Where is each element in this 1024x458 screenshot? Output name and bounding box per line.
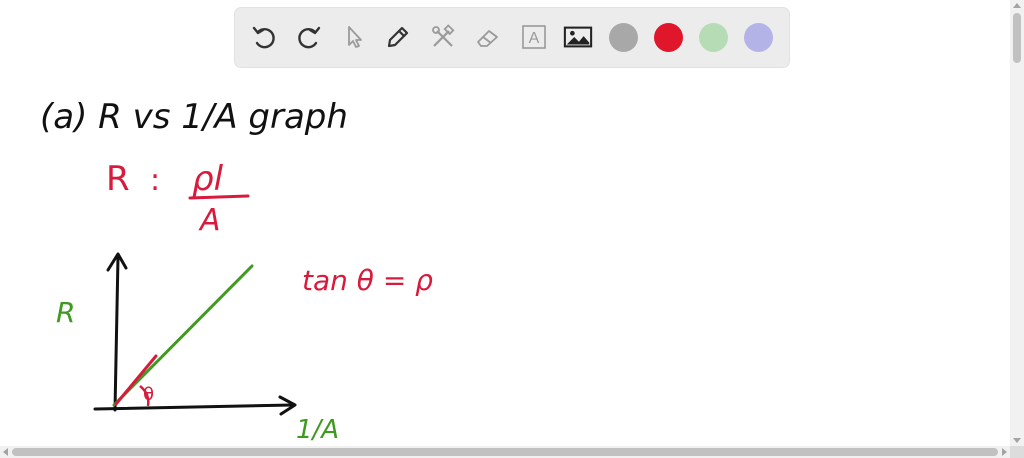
color-swatch-gray[interactable] <box>609 23 638 52</box>
tan-equation: tan θ = ρ <box>302 264 433 297</box>
horizontal-scroll-thumb[interactable] <box>12 448 998 456</box>
formula-lhs: R <box>106 159 130 199</box>
pen-icon <box>387 26 409 48</box>
y-axis-label: R <box>56 296 75 329</box>
eraser-tool-button[interactable] <box>473 22 503 52</box>
drawing-toolbar: A <box>235 8 789 67</box>
select-tool-button[interactable] <box>339 22 369 52</box>
x-axis <box>93 403 294 411</box>
redo-icon <box>298 26 321 49</box>
undo-icon <box>252 26 275 49</box>
note-line1: (a) R vs 1/A graph <box>40 97 348 137</box>
y-axis <box>113 255 120 412</box>
undo-button[interactable] <box>249 22 279 52</box>
scrollbar-corner <box>1010 446 1024 458</box>
redo-button[interactable] <box>294 22 324 52</box>
eraser-icon <box>477 30 498 47</box>
text-tool-label: A <box>529 30 540 47</box>
x-axis-label: 1/A <box>296 415 339 445</box>
color-swatch-green[interactable] <box>699 23 728 52</box>
formula-eq: : <box>150 163 160 198</box>
scroll-left-arrow-icon[interactable] <box>3 448 8 456</box>
text-tool-button[interactable]: A <box>519 22 549 52</box>
angle-label: θ <box>143 384 154 405</box>
scroll-right-arrow-icon[interactable] <box>1002 448 1007 456</box>
image-icon <box>563 26 593 48</box>
scroll-down-arrow-icon[interactable] <box>1013 438 1021 443</box>
color-swatch-purple[interactable] <box>744 23 773 52</box>
scroll-up-arrow-icon[interactable] <box>1013 3 1021 8</box>
formula-denominator: A <box>198 203 221 238</box>
graph-line <box>112 264 254 407</box>
horizontal-scrollbar[interactable] <box>0 446 1010 458</box>
vertical-scroll-thumb[interactable] <box>1013 13 1021 63</box>
pointer-icon <box>348 26 362 48</box>
pen-tool-button[interactable] <box>383 22 413 52</box>
tools-icon <box>432 24 455 47</box>
tools-button[interactable] <box>428 22 458 52</box>
text-box-icon: A <box>522 25 546 49</box>
color-swatch-red[interactable] <box>654 23 683 52</box>
image-tool-button[interactable] <box>563 22 593 52</box>
fraction-bar <box>188 194 250 200</box>
vertical-scrollbar[interactable] <box>1010 0 1024 446</box>
formula-numerator: ρl <box>192 159 224 199</box>
